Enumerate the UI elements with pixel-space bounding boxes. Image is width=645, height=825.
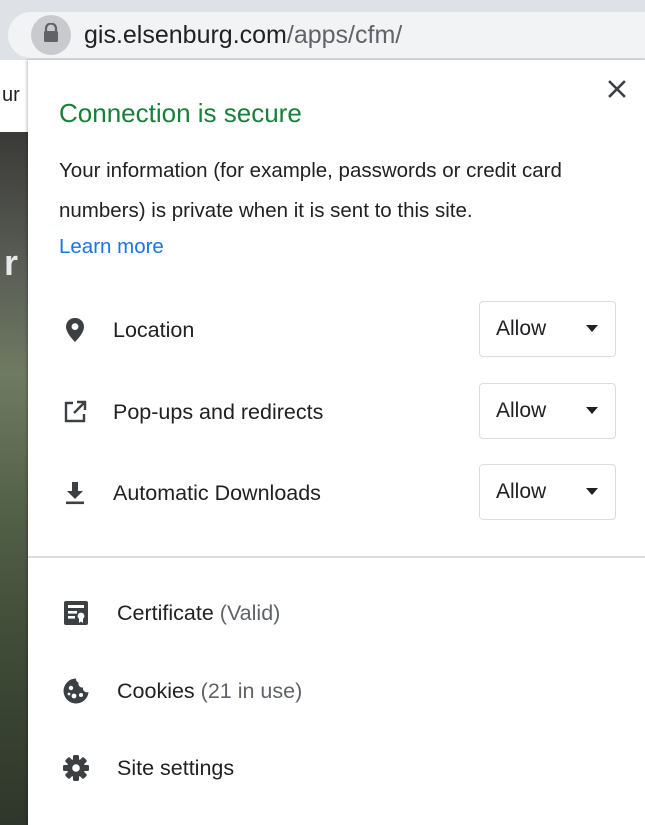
certificate-label: Certificate (Valid): [117, 598, 280, 628]
certificate-status: (Valid): [219, 601, 281, 625]
cookies-text: Cookies: [117, 679, 195, 703]
caret-down-icon: [586, 325, 598, 332]
site-settings-label: Site settings: [117, 753, 234, 783]
site-info-button[interactable]: [31, 15, 71, 55]
select-value: Allow: [496, 399, 547, 422]
background-page-text: ur: [2, 84, 20, 106]
download-icon: [61, 479, 89, 507]
caret-down-icon: [586, 407, 598, 414]
background-map-image: r: [0, 132, 28, 825]
certificate-link[interactable]: Certificate (Valid): [28, 588, 645, 638]
connection-status-title: Connection is secure: [59, 98, 302, 128]
close-icon: [608, 79, 626, 103]
url-text[interactable]: gis.elsenburg.com/apps/cfm/: [84, 20, 402, 50]
permission-row-popups: Pop-ups and redirects Allow: [28, 383, 645, 441]
site-settings-text: Site settings: [117, 756, 235, 780]
certificate-text: Certificate: [117, 601, 214, 625]
lock-icon: [43, 21, 59, 48]
site-settings-link[interactable]: Site settings: [28, 743, 645, 793]
location-permission-select[interactable]: Allow: [479, 301, 616, 357]
permission-label: Pop-ups and redirects: [113, 400, 324, 424]
select-value: Allow: [496, 317, 547, 340]
learn-more-link[interactable]: Learn more: [59, 230, 164, 264]
gear-icon: [61, 753, 91, 783]
url-path: /apps/cfm/: [286, 21, 403, 49]
location-pin-icon: [61, 316, 89, 344]
certificate-icon: [61, 598, 91, 628]
permission-row-location: Location Allow: [28, 301, 645, 359]
cookies-label: Cookies (21 in use): [117, 676, 302, 706]
select-value: Allow: [496, 480, 547, 503]
url-host: gis.elsenburg.com: [84, 21, 287, 49]
close-button[interactable]: [600, 74, 634, 108]
permission-row-downloads: Automatic Downloads Allow: [28, 464, 645, 522]
permission-label: Location: [113, 318, 195, 342]
external-link-icon: [61, 398, 89, 426]
connection-description: Your information (for example, passwords…: [59, 159, 562, 222]
address-bar: gis.elsenburg.com/apps/cfm/: [0, 0, 645, 60]
downloads-permission-select[interactable]: Allow: [479, 464, 616, 520]
cookies-count: (21 in use): [200, 679, 303, 703]
background-page: ur r: [0, 60, 28, 825]
omnibox[interactable]: gis.elsenburg.com/apps/cfm/: [8, 12, 645, 58]
popups-permission-select[interactable]: Allow: [479, 383, 616, 439]
section-divider: [28, 556, 645, 558]
caret-down-icon: [586, 488, 598, 495]
cookies-link[interactable]: Cookies (21 in use): [28, 666, 645, 716]
cookie-icon: [61, 676, 91, 706]
background-page-heading: r: [4, 242, 19, 283]
permission-label: Automatic Downloads: [113, 481, 321, 505]
site-info-popup: Connection is secure Your information (f…: [28, 60, 645, 825]
